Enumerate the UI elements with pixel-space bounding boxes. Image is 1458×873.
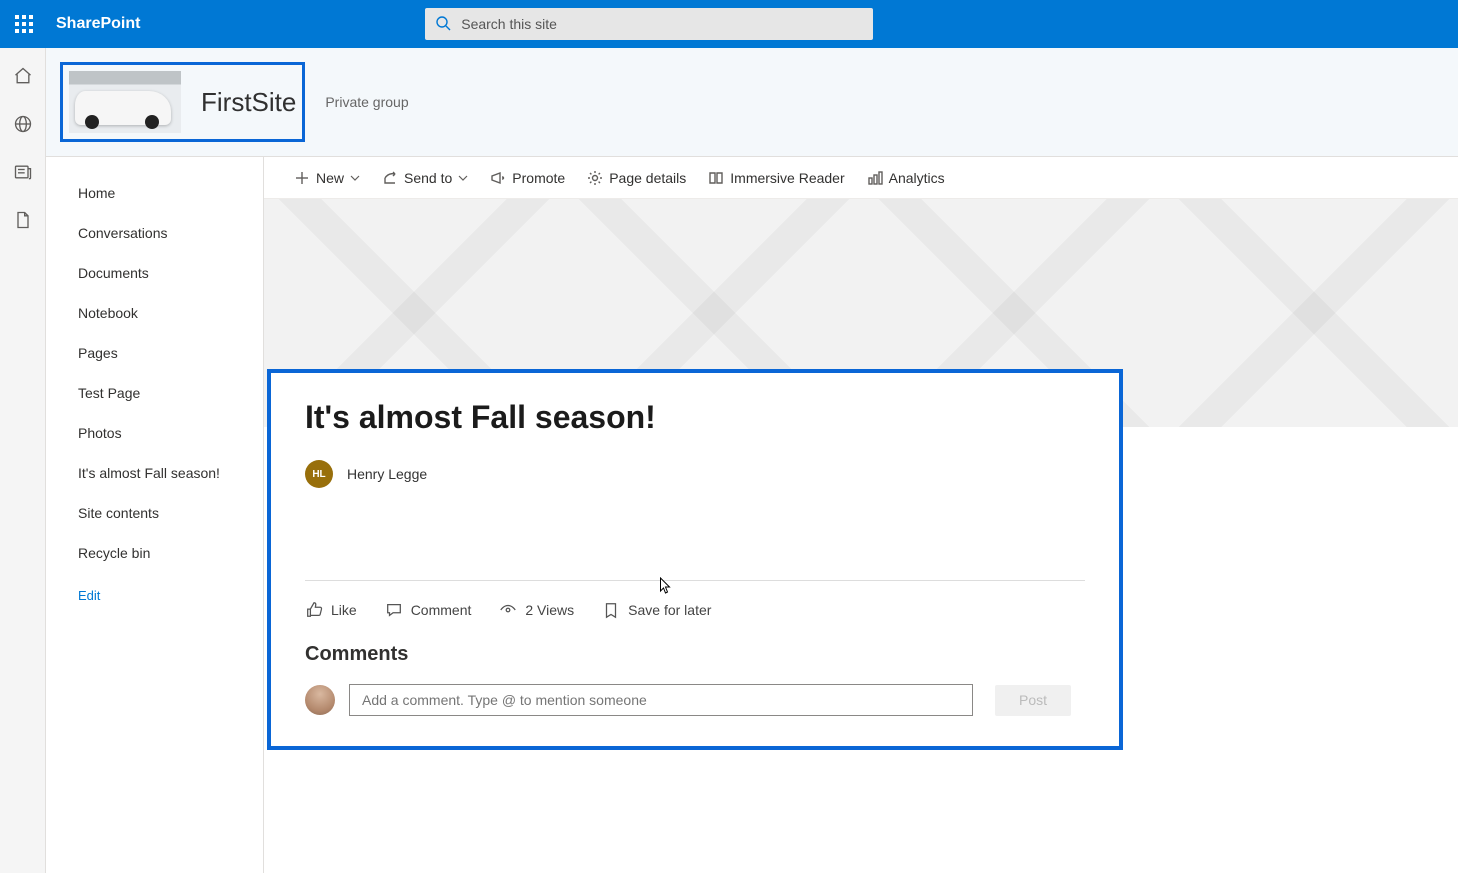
nav-fall-season[interactable]: It's almost Fall season! [46,453,263,493]
comment-input[interactable] [349,684,973,716]
author-row: HL Henry Legge [305,460,1085,488]
page-toolbar: New Send to Promote Page details [264,157,1458,199]
comment-icon [385,601,403,619]
global-rail [0,48,46,873]
promote-button[interactable]: Promote [490,170,565,186]
file-icon[interactable] [13,210,33,230]
gear-icon [587,170,603,186]
page-details-button[interactable]: Page details [587,170,686,186]
comment-button[interactable]: Comment [385,601,472,619]
site-logo-frame[interactable]: FirstSite [60,62,305,142]
like-icon [305,601,323,619]
nav-edit-link[interactable]: Edit [46,573,263,616]
like-button[interactable]: Like [305,601,357,619]
megaphone-icon [490,170,506,186]
eye-icon [499,601,517,619]
article-title: It's almost Fall season! [305,399,1085,436]
immersive-reader-button[interactable]: Immersive Reader [708,170,844,186]
chevron-down-icon [458,173,468,183]
search-icon [435,15,451,36]
page-details-label: Page details [609,170,686,186]
search-wrap [425,8,873,40]
analytics-button[interactable]: Analytics [867,170,945,186]
nav-documents[interactable]: Documents [46,253,263,293]
send-to-button[interactable]: Send to [382,170,468,186]
nav-notebook[interactable]: Notebook [46,293,263,333]
post-button[interactable]: Post [995,685,1071,716]
brand-label: SharePoint [56,15,140,33]
current-user-avatar [305,685,335,715]
views-indicator: 2 Views [499,601,574,619]
site-title: FirstSite [201,87,296,118]
reader-icon [708,170,724,186]
globe-icon[interactable] [13,114,33,134]
page: FirstSite Private group Home Conversatio… [46,48,1458,873]
article-card: It's almost Fall season! HL Henry Legge … [267,369,1123,750]
new-label: New [316,170,344,186]
comments-heading: Comments [305,643,1085,666]
nav-photos[interactable]: Photos [46,413,263,453]
home-icon[interactable] [13,66,33,86]
analytics-label: Analytics [889,170,945,186]
app-launcher-button[interactable] [0,0,48,48]
bookmark-icon [602,601,620,619]
site-header: FirstSite Private group [46,48,1458,157]
send-to-label: Send to [404,170,452,186]
site-privacy: Private group [325,94,408,110]
chart-icon [867,170,883,186]
share-icon [382,170,398,186]
content-area: New Send to Promote Page details [264,157,1458,873]
waffle-icon [15,15,33,33]
comment-compose-row: Post [305,684,1085,716]
nav-conversations[interactable]: Conversations [46,213,263,253]
author-name: Henry Legge [347,466,427,482]
chevron-down-icon [350,173,360,183]
immersive-label: Immersive Reader [730,170,844,186]
search-input[interactable] [425,8,873,40]
nav-test-page[interactable]: Test Page [46,373,263,413]
divider [305,580,1085,581]
views-label: 2 Views [525,602,574,618]
comment-label: Comment [411,602,472,618]
nav-home[interactable]: Home [46,173,263,213]
author-avatar: HL [305,460,333,488]
news-icon[interactable] [13,162,33,182]
promote-label: Promote [512,170,565,186]
shell: FirstSite Private group Home Conversatio… [0,48,1458,873]
nav-recycle-bin[interactable]: Recycle bin [46,533,263,573]
save-label: Save for later [628,602,711,618]
new-button[interactable]: New [294,170,360,186]
nav-pages[interactable]: Pages [46,333,263,373]
site-logo [69,71,181,133]
suite-header: SharePoint [0,0,1458,48]
nav-site-contents[interactable]: Site contents [46,493,263,533]
plus-icon [294,170,310,186]
left-navigation: Home Conversations Documents Notebook Pa… [46,157,264,873]
like-label: Like [331,602,357,618]
save-button[interactable]: Save for later [602,601,711,619]
reactions-bar: Like Comment 2 Views Save for later [305,601,1085,619]
